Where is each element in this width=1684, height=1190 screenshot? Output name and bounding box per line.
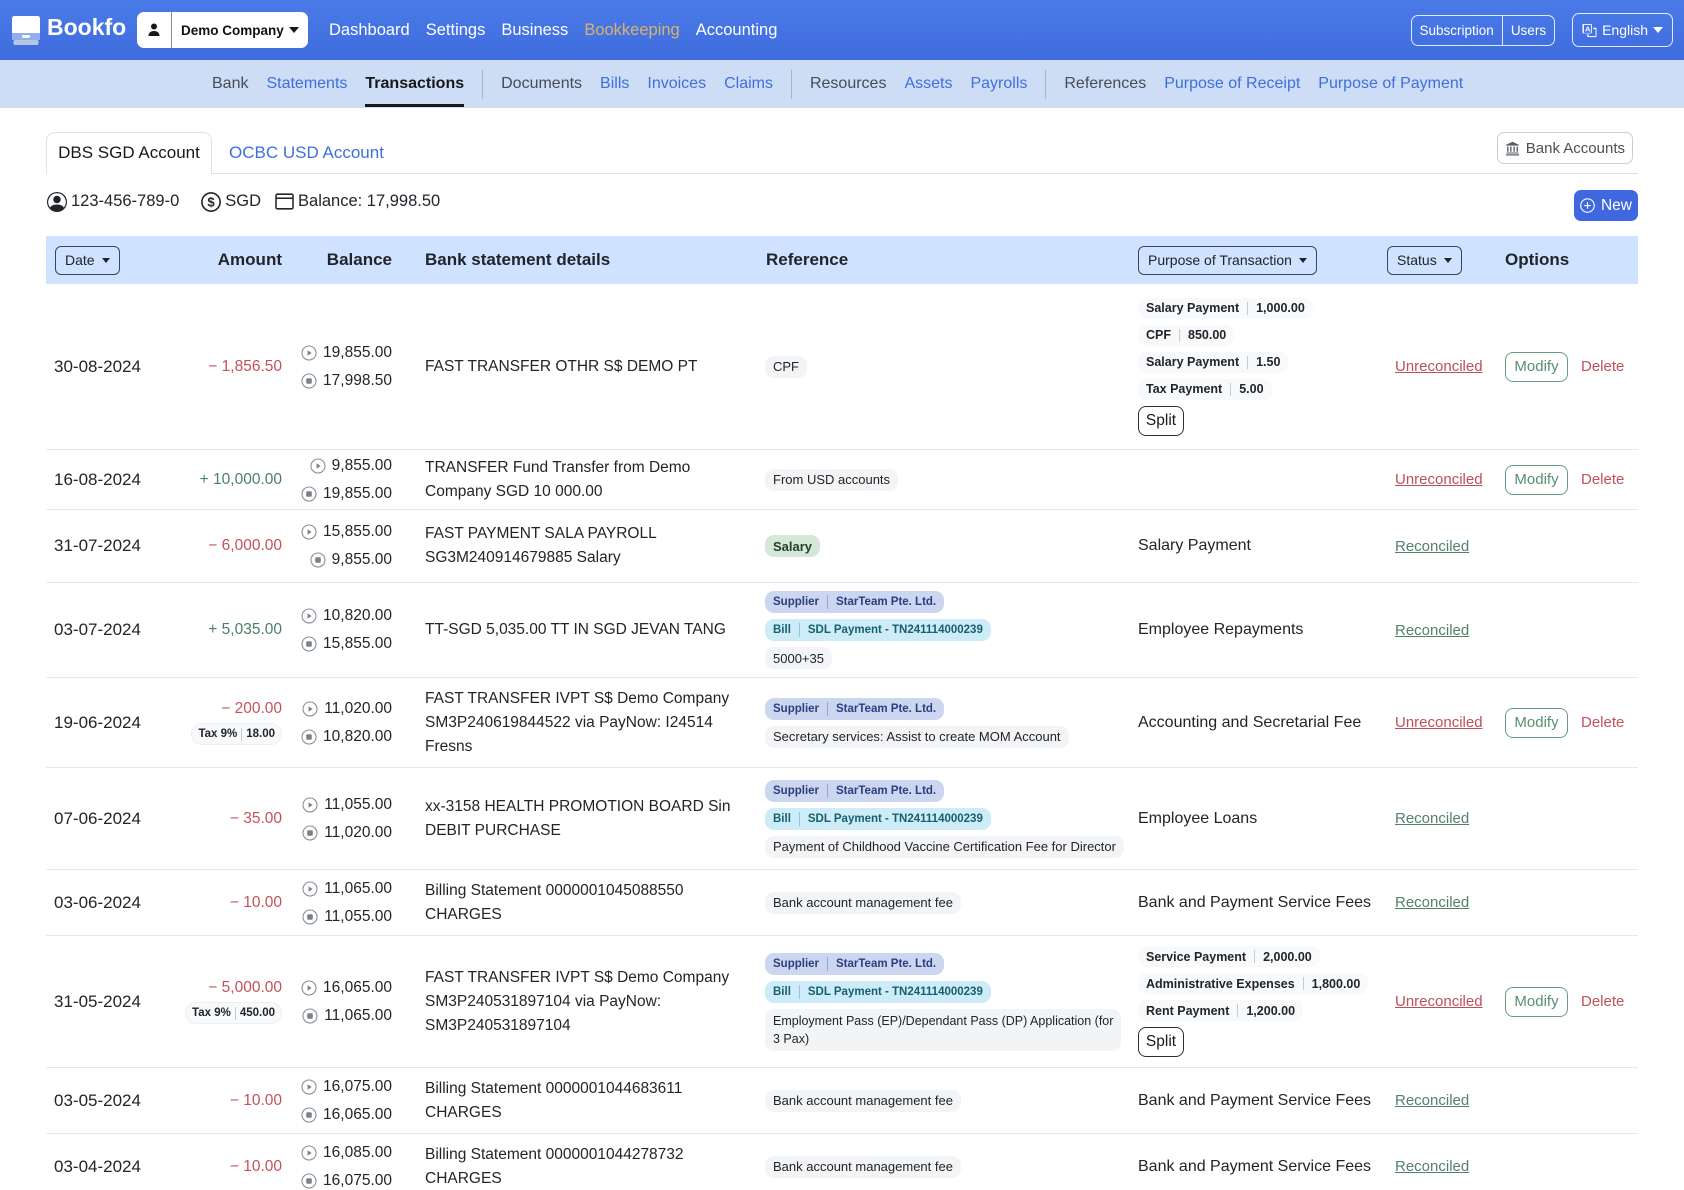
svg-text:$: $ xyxy=(208,194,216,209)
svg-text:A: A xyxy=(1585,24,1591,33)
